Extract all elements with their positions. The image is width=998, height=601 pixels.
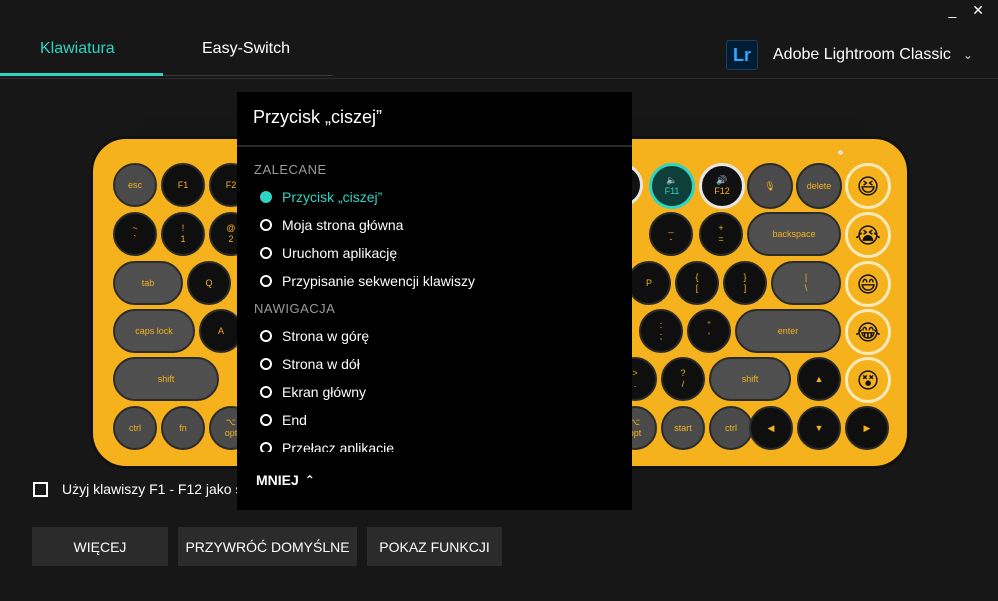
key-start[interactable]: start xyxy=(661,406,705,450)
key-enter[interactable]: enter xyxy=(735,309,841,353)
option-page-down[interactable]: Strona w dół xyxy=(260,356,360,372)
key-minus[interactable]: _ - xyxy=(649,212,693,256)
option-keystroke-assignment[interactable]: Przypisanie sekwencji klawiszy xyxy=(260,273,475,289)
key-emoji-3[interactable]: 😄 xyxy=(845,261,891,307)
fkeys-checkbox[interactable] xyxy=(33,481,48,497)
key-backspace[interactable]: backspace xyxy=(747,212,841,256)
key-left-brace[interactable]: {[ xyxy=(675,261,719,305)
key-arrow-down[interactable]: ▼ xyxy=(797,406,841,450)
key-shift-right[interactable]: shift xyxy=(709,357,791,401)
key-slash[interactable]: ? / xyxy=(661,357,705,401)
active-tab-indicator xyxy=(0,73,163,76)
radio-icon xyxy=(260,275,272,287)
radio-icon xyxy=(260,358,272,370)
radio-icon xyxy=(260,414,272,426)
tab-easy-switch[interactable]: Easy-Switch xyxy=(202,40,290,58)
window-controls: _ ✕ xyxy=(948,2,984,18)
restore-defaults-button[interactable]: PRZYWRÓĆ DOMYŚLNE xyxy=(178,527,357,566)
option-launch-app[interactable]: Uruchom aplikację xyxy=(260,245,397,261)
key-fn[interactable]: fn xyxy=(161,406,205,450)
dropdown-title: Przycisk „ciszej” xyxy=(253,107,382,127)
radio-icon xyxy=(260,219,272,231)
key-caps-lock[interactable]: caps lock xyxy=(113,309,195,353)
key-tab[interactable]: tab xyxy=(113,261,183,305)
chevron-up-icon: ⌃ xyxy=(304,473,315,487)
app-selector[interactable]: Lr Adobe Lightroom Classic ⌄ xyxy=(726,40,973,70)
header-divider xyxy=(0,78,998,79)
radio-icon xyxy=(260,247,272,259)
chevron-down-icon: ⌄ xyxy=(962,48,973,62)
option-end[interactable]: End xyxy=(260,412,307,428)
key-mic[interactable]: 🎙 xyxy=(747,163,793,209)
option-home[interactable]: Ekran główny xyxy=(260,384,366,400)
radio-selected-icon xyxy=(260,191,272,203)
key-delete[interactable]: delete xyxy=(796,163,842,209)
key-emoji-5[interactable]: 😵 xyxy=(845,357,891,403)
status-led xyxy=(838,150,843,155)
tab-keyboard[interactable]: Klawiatura xyxy=(40,40,115,58)
section-navigation: NAWIGACJA xyxy=(254,301,336,316)
mic-icon: 🎙 xyxy=(764,180,776,191)
option-my-homepage[interactable]: Moja strona główna xyxy=(260,217,403,233)
more-button[interactable]: WIĘCEJ xyxy=(32,527,168,566)
feature-demo-button[interactable]: POKAZ FUNKCJI xyxy=(367,527,502,566)
volume-up-icon: 🔊 xyxy=(716,175,728,185)
key-arrow-up[interactable]: ▲ xyxy=(797,357,841,401)
key-emoji-2[interactable]: 😭 xyxy=(845,212,891,258)
key-ctrl-right[interactable]: ctrl xyxy=(709,406,753,450)
key-f11-volume-down[interactable]: 🔈 F11 xyxy=(649,163,695,209)
key-tilde[interactable]: ~ ` xyxy=(113,212,157,256)
key-p[interactable]: P xyxy=(627,261,671,305)
option-page-up[interactable]: Strona w górę xyxy=(260,328,369,344)
key-emoji-1[interactable]: 😆 xyxy=(845,163,891,209)
key-arrow-right[interactable]: ▶ xyxy=(845,406,889,450)
lightroom-app-icon: Lr xyxy=(726,40,758,70)
key-q[interactable]: Q xyxy=(187,261,231,305)
key-emoji-4[interactable]: 😂 xyxy=(845,309,891,355)
minimize-button[interactable]: _ xyxy=(948,2,956,18)
radio-icon xyxy=(260,386,272,398)
app-name: Adobe Lightroom Classic xyxy=(773,46,951,63)
key-ctrl-left[interactable]: ctrl xyxy=(113,406,157,450)
close-button[interactable]: ✕ xyxy=(972,2,984,18)
fkeys-option[interactable]: Użyj klawiszy F1 - F12 jako s xyxy=(33,481,242,497)
option-volume-down[interactable]: Przycisk „ciszej” xyxy=(260,189,382,205)
list-scroll-clip xyxy=(237,452,632,462)
key-esc[interactable]: esc xyxy=(113,163,157,207)
action-dropdown: Przycisk „ciszej” ZALECANE Przycisk „cis… xyxy=(237,92,632,510)
key-plus[interactable]: + = xyxy=(699,212,743,256)
dropdown-divider xyxy=(237,145,632,147)
key-arrow-left[interactable]: ◀ xyxy=(749,406,793,450)
key-f12[interactable]: 🔊 F12 xyxy=(699,163,745,209)
tab-divider xyxy=(163,75,333,76)
fkeys-label: Użyj klawiszy F1 - F12 jako s xyxy=(62,481,243,497)
key-colon[interactable]: :; xyxy=(639,309,683,353)
show-less-button[interactable]: MNIEJ ⌃ xyxy=(256,472,315,488)
key-f1[interactable]: F1 xyxy=(161,163,205,207)
key-right-brace[interactable]: }] xyxy=(723,261,767,305)
key-1[interactable]: ! 1 xyxy=(161,212,205,256)
section-recommended: ZALECANE xyxy=(254,162,327,177)
volume-down-icon: 🔈 xyxy=(666,175,678,185)
key-pipe[interactable]: | \ xyxy=(771,261,841,305)
radio-icon xyxy=(260,330,272,342)
key-shift-left[interactable]: shift xyxy=(113,357,219,401)
key-quote[interactable]: " ' xyxy=(687,309,731,353)
